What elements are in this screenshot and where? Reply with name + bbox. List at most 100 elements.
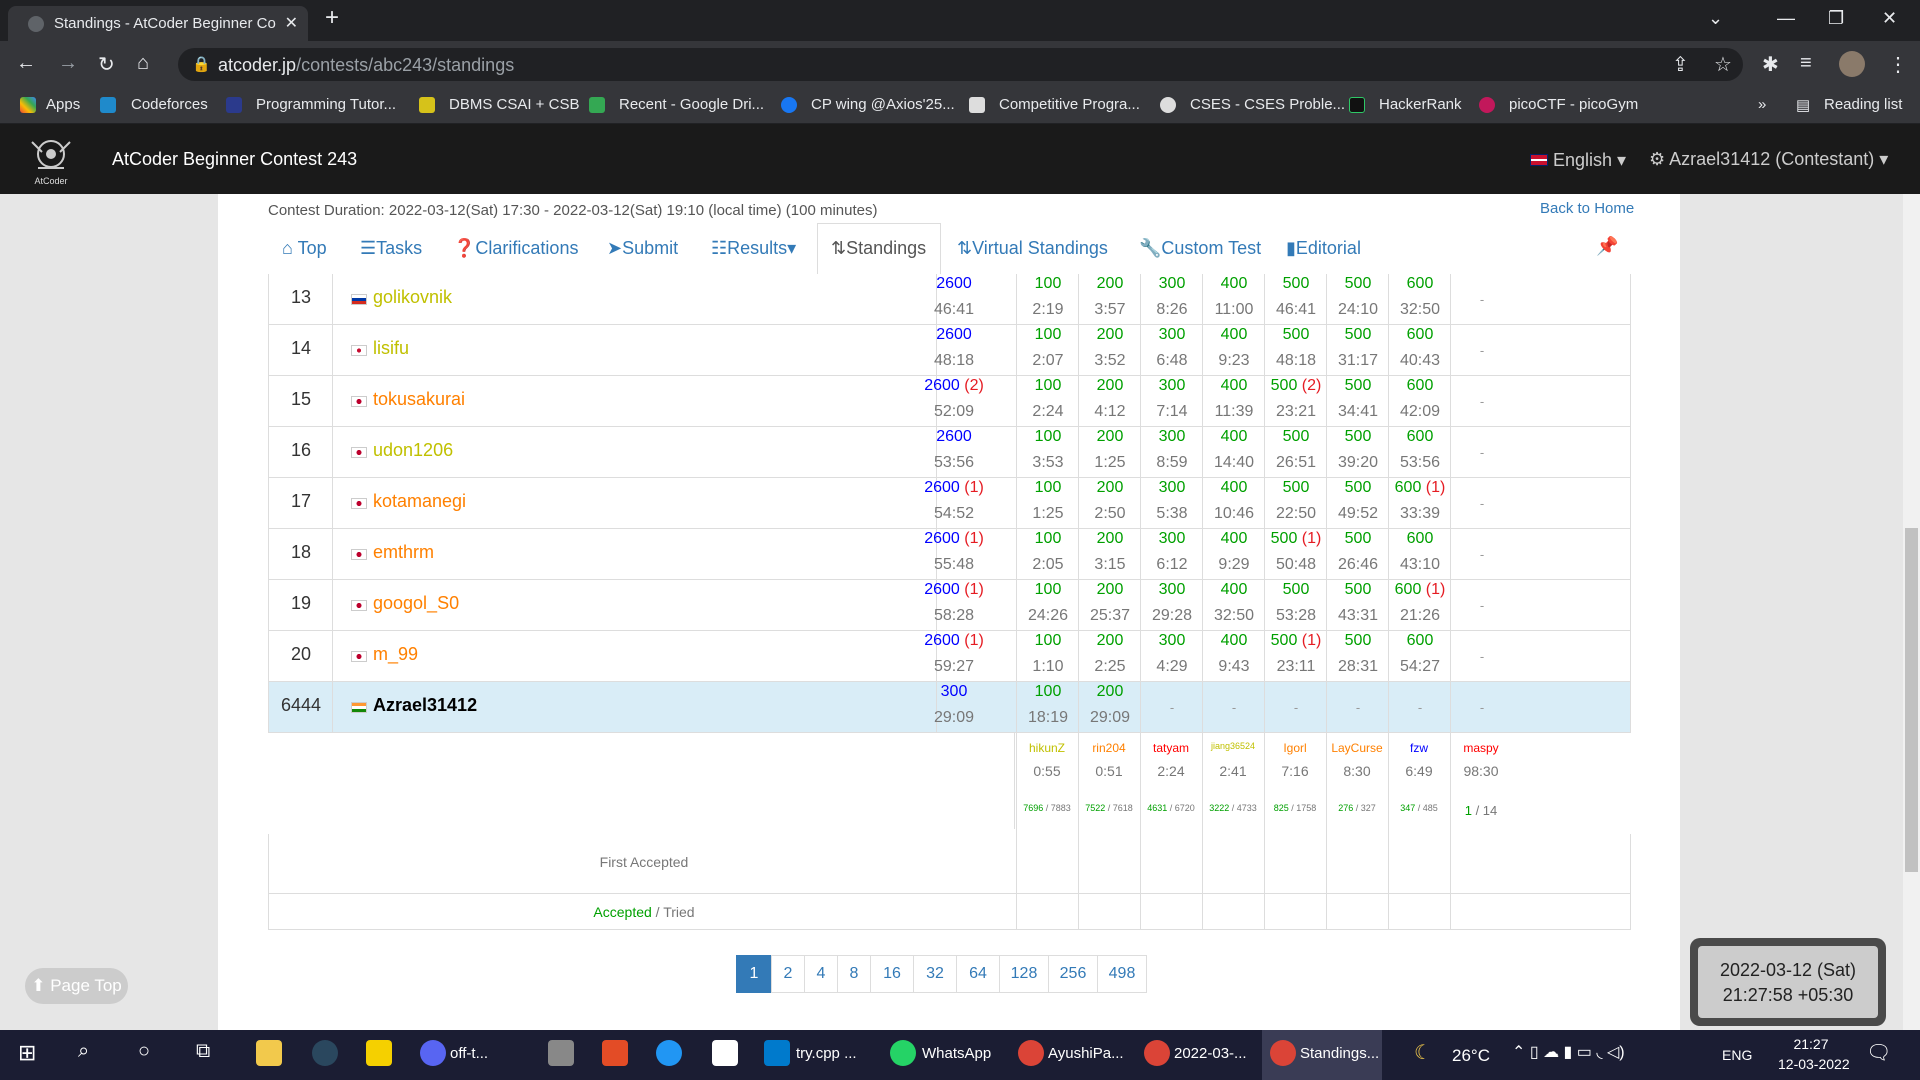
whatsapp-icon[interactable]: [890, 1040, 916, 1066]
temperature[interactable]: 26°C: [1452, 1046, 1490, 1066]
taskbar-item-standings[interactable]: Standings...: [1300, 1045, 1379, 1062]
page-link-4[interactable]: 4: [804, 955, 838, 993]
username-link[interactable]: lisifu: [373, 338, 409, 359]
first-accepted-user[interactable]: fzw: [1388, 741, 1450, 755]
menu-icon[interactable]: ⋮: [1888, 52, 1908, 77]
taskbar-item-whatsapp[interactable]: WhatsApp: [922, 1045, 991, 1062]
taskbar-item-vscode[interactable]: try.cpp ...: [796, 1045, 857, 1062]
virtualbox-icon[interactable]: [548, 1040, 574, 1066]
reading-list-icon[interactable]: ▤: [1796, 96, 1810, 114]
back-to-home-link[interactable]: Back to Home: [1540, 200, 1634, 217]
language-dropdown[interactable]: English ▾: [1553, 150, 1626, 171]
page-link-32[interactable]: 32: [913, 955, 957, 993]
bookmark-dbms[interactable]: DBMS CSAI + CSB: [449, 96, 579, 113]
notifications-icon[interactable]: 🗨: [1866, 1040, 1891, 1065]
taskbar-item-chrome-1[interactable]: AyushiPa...: [1048, 1045, 1124, 1062]
username-link[interactable]: m_99: [373, 644, 418, 665]
tab-submit[interactable]: ➤Submit: [607, 238, 678, 259]
page-link-16[interactable]: 16: [870, 955, 914, 993]
new-tab-icon[interactable]: +: [325, 4, 339, 32]
cortana-icon[interactable]: ○: [138, 1040, 150, 1063]
reading-list[interactable]: Reading list: [1824, 96, 1902, 113]
taskbar-item-chrome-2[interactable]: 2022-03-...: [1174, 1045, 1247, 1062]
tab-search-icon[interactable]: ⌄: [1708, 8, 1723, 29]
notion-icon[interactable]: [712, 1040, 738, 1066]
weather-icon[interactable]: ☾: [1414, 1040, 1432, 1065]
username-link[interactable]: udon1206: [373, 440, 453, 461]
vscode-icon[interactable]: [764, 1040, 790, 1066]
tab-virtual-standings[interactable]: ⇅Virtual Standings: [957, 238, 1108, 259]
username-link[interactable]: Azrael31412: [373, 695, 477, 716]
page-link-256[interactable]: 256: [1048, 955, 1098, 993]
search-icon[interactable]: ⌕: [78, 1040, 89, 1063]
bookmark-programming[interactable]: Programming Tutor...: [256, 96, 396, 113]
first-accepted-user[interactable]: jiang36524: [1202, 741, 1264, 751]
minimize-icon[interactable]: —: [1777, 8, 1795, 29]
user-dropdown[interactable]: ⚙ Azrael31412 (Contestant) ▾: [1649, 149, 1888, 170]
bookmark-cp-wing[interactable]: CP wing @Axios'25...: [811, 96, 955, 113]
tab-standings[interactable]: ⇅Standings: [831, 238, 926, 259]
system-tray-icons[interactable]: ⌃ ▯ ☁ ▮ ▭ ◟ ◁): [1512, 1042, 1625, 1062]
restore-icon[interactable]: ❐: [1828, 8, 1844, 29]
windows-start-icon[interactable]: ⊞: [18, 1040, 36, 1066]
input-language[interactable]: ENG: [1722, 1047, 1752, 1063]
task-view-icon[interactable]: ⧉: [196, 1040, 210, 1063]
media-icon[interactable]: ≡: [1800, 52, 1812, 75]
bookmark-apps[interactable]: Apps: [46, 96, 80, 113]
chrome-icon[interactable]: [1144, 1040, 1170, 1066]
page-link-498[interactable]: 498: [1097, 955, 1147, 993]
tab-top[interactable]: ⌂ Top: [282, 238, 327, 259]
file-explorer-icon[interactable]: [256, 1040, 282, 1066]
discord-icon[interactable]: [420, 1040, 446, 1066]
home-icon[interactable]: ⌂: [137, 52, 149, 75]
username-link[interactable]: googol_S0: [373, 593, 459, 614]
tab-editorial[interactable]: ▮Editorial: [1286, 238, 1361, 259]
bookmark-competitive[interactable]: Competitive Progra...: [999, 96, 1140, 113]
page-link-2[interactable]: 2: [771, 955, 805, 993]
page-link-128[interactable]: 128: [999, 955, 1049, 993]
atcoder-logo[interactable]: AtCoder: [18, 132, 84, 188]
bookmark-picoctf[interactable]: picoCTF - picoGym: [1509, 96, 1638, 113]
taskbar-item-off[interactable]: off-t...: [450, 1045, 488, 1062]
steam-icon[interactable]: [312, 1040, 338, 1066]
back-icon[interactable]: ←: [16, 52, 36, 75]
bookmark-star-icon[interactable]: ☆: [1714, 52, 1732, 77]
sticky-notes-icon[interactable]: [366, 1040, 392, 1066]
page-link-64[interactable]: 64: [956, 955, 1000, 993]
page-top-button[interactable]: ⬆ Page Top: [25, 968, 128, 1004]
tab-tasks[interactable]: ☰Tasks: [360, 238, 422, 259]
chrome-icon[interactable]: [1018, 1040, 1044, 1066]
forward-icon[interactable]: →: [58, 52, 78, 75]
bookmark-codeforces[interactable]: Codeforces: [131, 96, 208, 113]
tab-custom-test[interactable]: 🔧Custom Test: [1139, 238, 1261, 259]
first-accepted-user[interactable]: tatyam: [1140, 741, 1202, 755]
close-window-icon[interactable]: ✕: [1882, 8, 1897, 29]
bookmark-hackerrank[interactable]: HackerRank: [1379, 96, 1462, 113]
bookmark-drive[interactable]: Recent - Google Dri...: [619, 96, 764, 113]
chrome-icon[interactable]: [1270, 1040, 1296, 1066]
first-accepted-user[interactable]: hikunZ: [1016, 741, 1078, 755]
username-link[interactable]: emthrm: [373, 542, 434, 563]
bookmark-cses[interactable]: CSES - CSES Proble...: [1190, 96, 1345, 113]
tab-close-icon[interactable]: ✕: [285, 13, 298, 33]
reload-icon[interactable]: ↻: [98, 52, 115, 77]
url-text[interactable]: atcoder.jp/contests/abc243/standings: [218, 55, 514, 76]
page-link-1[interactable]: 1: [736, 955, 772, 993]
tab-clarifications[interactable]: ❓Clarifications: [453, 238, 578, 259]
taskbar-clock[interactable]: 21:27 12-03-2022: [1778, 1036, 1850, 1072]
username-link[interactable]: kotamanegi: [373, 491, 466, 512]
first-accepted-user[interactable]: Igorl: [1264, 741, 1326, 755]
contest-title[interactable]: AtCoder Beginner Contest 243: [112, 149, 357, 170]
scrollbar-thumb[interactable]: [1905, 528, 1918, 872]
browser-tab[interactable]: Standings - AtCoder Beginner Co ✕: [8, 6, 308, 41]
lock-icon[interactable]: 🔒: [192, 55, 211, 73]
first-accepted-user[interactable]: maspy: [1450, 741, 1512, 755]
first-accepted-user[interactable]: LayCurse: [1326, 741, 1388, 755]
username-link[interactable]: golikovnik: [373, 287, 452, 308]
page-link-8[interactable]: 8: [837, 955, 871, 993]
username-link[interactable]: tokusakurai: [373, 389, 465, 410]
git-icon[interactable]: [602, 1040, 628, 1066]
extensions-icon[interactable]: ✱: [1762, 52, 1779, 77]
profile-avatar[interactable]: [1839, 51, 1865, 77]
bookmarks-more-icon[interactable]: »: [1758, 96, 1766, 113]
